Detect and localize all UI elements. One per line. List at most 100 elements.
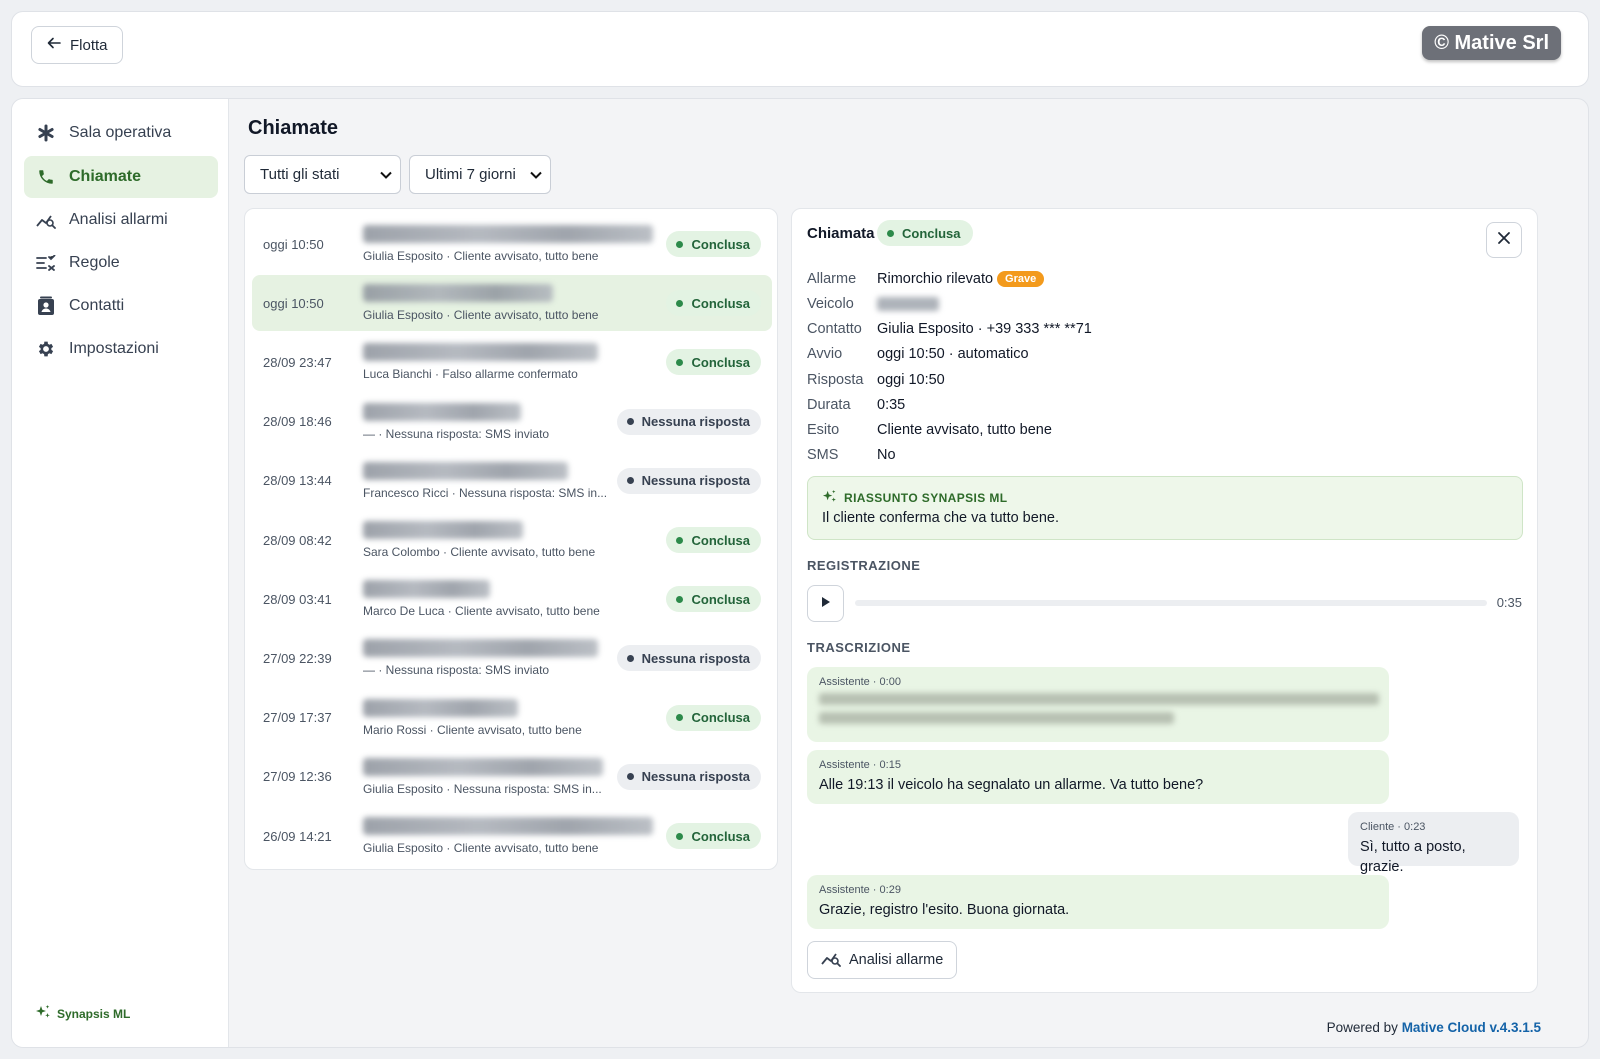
footer-prefix: Powered by (1326, 1020, 1398, 1035)
sidebar-item-label: Contatti (69, 297, 125, 314)
status-badge: Conclusa (666, 290, 761, 317)
field-sms: SMS No (807, 445, 896, 465)
recording-label: REGISTRAZIONE (807, 558, 921, 573)
call-subtitle: Francesco Ricci · Nessuna risposta: SMS … (363, 485, 608, 500)
message-text-redacted (819, 693, 1379, 724)
top-bar: Flotta © Mative Srl (11, 11, 1589, 87)
sidebar-item-analisi-allarmi[interactable]: Analisi allarmi (24, 199, 218, 241)
sidebar-item-contatti[interactable]: Contatti (24, 285, 218, 327)
call-row[interactable]: 27/09 17:37 Mario Rossi · Cliente avvisat… (252, 690, 772, 746)
message-meta: Assistente · 0:15 (819, 759, 901, 771)
call-subtitle: Giulia Esposito · Cliente avvisato, tutt… (363, 249, 599, 263)
status-dot (676, 358, 684, 366)
app-frame: Sala operativa Chiamate Analisi allarmi … (11, 98, 1589, 1048)
summary-text: Il cliente conferma che va tutto bene. (822, 510, 1059, 526)
call-row[interactable]: 26/09 14:21 Giulia Esposito · Cliente avv… (252, 808, 772, 864)
status-dot (676, 832, 684, 840)
call-title-redacted (363, 817, 653, 835)
sidebar-item-regole[interactable]: Regole (24, 242, 218, 284)
chevron-down-icon (380, 166, 392, 183)
period-filter-value: Ultimi 7 giorni (425, 166, 516, 183)
audio-progress-bar[interactable] (855, 600, 1487, 606)
call-row[interactable]: 27/09 22:39 — · Nessuna risposta: SMS inv… (252, 630, 772, 686)
call-title-redacted (363, 402, 521, 421)
status-badge: Nessuna risposta (616, 408, 761, 435)
status-dot (676, 299, 684, 307)
status-badge: Conclusa (666, 704, 761, 731)
brand-badge: © Mative Srl (1422, 26, 1561, 60)
call-time: 28/09 08:42 (263, 532, 332, 548)
call-row[interactable]: 28/09 08:42 Sara Colombo · Cliente avvisa… (252, 512, 772, 568)
call-time: 28/09 18:46 (263, 414, 332, 430)
call-row[interactable]: 27/09 12:36 Giulia Esposito · Nessuna ris… (252, 749, 772, 805)
severity-badge: Grave (997, 271, 1045, 287)
call-title-redacted (363, 284, 553, 303)
call-subtitle: Giulia Esposito · Cliente avvisato, tutt… (363, 841, 599, 855)
field-label: SMS (807, 447, 839, 463)
transcript-message: Assistente · 0:29 Grazie, registro l'esi… (807, 875, 1389, 929)
call-subtitle: Mario Rossi · Cliente avvisato, tutto be… (363, 722, 582, 737)
play-button[interactable] (807, 585, 844, 622)
sidebar-item-chiamate[interactable]: Chiamate (24, 156, 218, 198)
call-subtitle: — · Nessuna risposta: SMS inviato (363, 663, 550, 678)
call-row[interactable]: 28/09 03:41 Marco De Luca · Cliente avvis… (252, 571, 772, 627)
message-meta: Cliente · 0:23 (1360, 821, 1426, 833)
call-title-redacted (363, 580, 490, 599)
back-button-label: Flotta (70, 36, 108, 54)
status-filter-select[interactable]: Tutti gli stati (244, 155, 401, 194)
status-dot (676, 536, 684, 544)
chart-search-icon (821, 949, 841, 971)
message-text: Sì, tutto a posto, grazie. (1360, 839, 1466, 875)
contact-value: Giulia Esposito · +39 333 *** **71 (877, 321, 1092, 337)
status-badge: Conclusa (666, 823, 761, 849)
call-detail-panel: Chiamata Conclusa Allarme Rimorchio rile… (791, 208, 1538, 993)
phone-icon (36, 167, 56, 187)
transcript-message: Assistente · 0:15 Alle 19:13 il veicolo … (807, 750, 1389, 804)
call-title-redacted (363, 521, 523, 539)
status-label: Conclusa (691, 532, 750, 548)
status-badge: Conclusa (666, 586, 761, 613)
back-to-fleet-button[interactable]: Flotta (31, 26, 123, 64)
call-subtitle: — · Nessuna risposta: SMS inviato (363, 426, 550, 441)
call-title-redacted (363, 343, 598, 362)
audio-duration: 0:35 (1496, 595, 1522, 610)
sms-value: No (877, 447, 896, 463)
call-row[interactable]: 28/09 18:46 — · Nessuna risposta: SMS inv… (252, 394, 772, 450)
calls-list: oggi 10:50 Giulia Esposito · Cliente avvi… (244, 208, 778, 870)
chevron-down-icon (530, 166, 542, 183)
sidebar-item-sala-operativa[interactable]: Sala operativa (24, 112, 218, 154)
call-time: 28/09 13:44 (263, 473, 332, 489)
detail-title: Chiamata (807, 225, 875, 242)
status-dot (676, 714, 684, 722)
field-label: Contatto (807, 321, 862, 337)
close-detail-button[interactable] (1486, 222, 1522, 258)
status-dot (887, 229, 894, 237)
call-row[interactable]: oggi 10:50 Giulia Esposito · Cliente avvi… (252, 275, 772, 332)
field-allarme: Allarme Rimorchio rilevato Grave (807, 269, 1045, 289)
sidebar-item-impostazioni[interactable]: Impostazioni (24, 328, 218, 370)
call-row[interactable]: 28/09 23:47 Luca Bianchi · Falso allarme … (252, 334, 772, 390)
period-filter-select[interactable]: Ultimi 7 giorni (409, 155, 551, 194)
status-label: Conclusa (691, 295, 750, 311)
summary-heading: RIASSUNTO SYNAPSIS ML (822, 489, 1008, 507)
status-dot (626, 773, 634, 781)
detail-status-badge: Conclusa (877, 220, 973, 246)
sparkle-icon (822, 489, 837, 507)
contact-card-icon (36, 296, 56, 316)
call-time: 26/09 14:21 (263, 828, 332, 844)
alarm-analysis-label: Analisi allarme (849, 952, 944, 968)
footer-version-link[interactable]: Mative Cloud v.4.3.1.5 (1402, 1020, 1541, 1035)
call-row[interactable]: oggi 10:50 Giulia Esposito · Cliente avvi… (252, 216, 772, 272)
play-icon (821, 595, 831, 613)
transcript-message-client: Cliente · 0:23 Sì, tutto a posto, grazie… (1348, 812, 1519, 875)
footer: Powered by Mative Cloud v.4.3.1.5 (1327, 1020, 1541, 1035)
field-risposta: Risposta oggi 10:50 (807, 370, 945, 390)
call-time: 27/09 22:39 (263, 650, 332, 666)
status-label: Conclusa (691, 354, 750, 370)
vehicle-value-redacted (877, 297, 939, 311)
alarm-analysis-button[interactable]: Analisi allarme (807, 941, 958, 979)
sidebar: Sala operativa Chiamate Analisi allarmi … (12, 99, 229, 1047)
call-time: oggi 10:50 (263, 236, 324, 252)
status-badge: Conclusa (666, 527, 761, 553)
call-row[interactable]: 28/09 13:44 Francesco Ricci · Nessuna ris… (252, 453, 772, 509)
